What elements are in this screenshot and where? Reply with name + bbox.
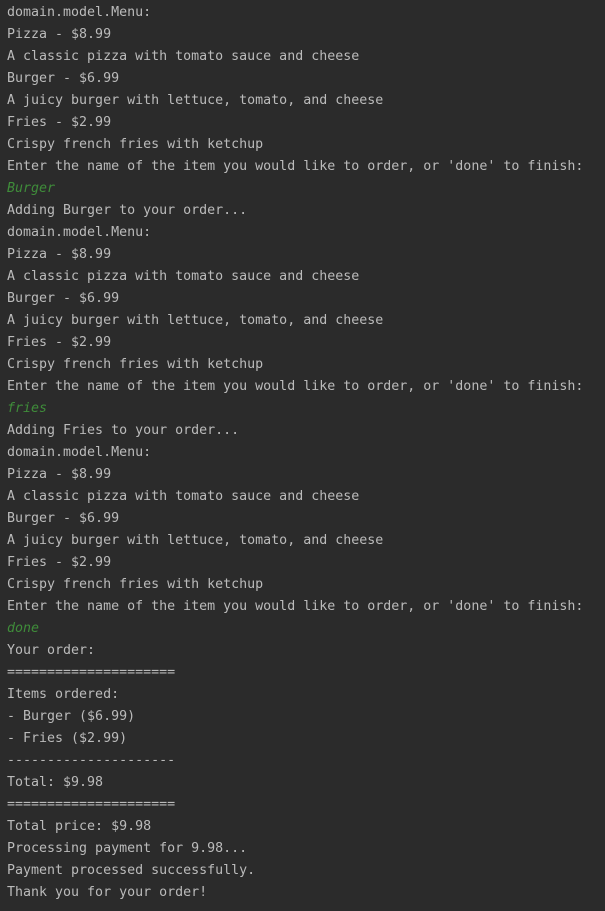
console-output-line: Burger - $6.99 [7,71,120,86]
console-output-line: Crispy french fries with ketchup [7,577,264,592]
console-user-input-line: fries [7,401,48,416]
console-output-line: Enter the name of the item you would lik… [7,379,584,394]
console-output-line: Burger - $6.99 [7,291,120,306]
console-output-line: Fries - $2.99 [7,555,112,570]
console-output-line: Enter the name of the item you would lik… [7,159,584,174]
console-output-line: Total price: $9.98 [7,819,152,834]
console-output-line: ===================== [7,797,176,812]
console-output-line: Processing payment for 9.98... [7,841,248,856]
console-output-line: Pizza - $8.99 [7,467,112,482]
console-output-line: Items ordered: [7,687,120,702]
console-output-line: - Burger ($6.99) [7,709,136,724]
console-output-line: Crispy french fries with ketchup [7,137,264,152]
console-output-line: Adding Burger to your order... [7,203,248,218]
console-output-line: - Fries ($2.99) [7,731,128,746]
console-user-input-line: done [7,621,40,636]
console-output-line: A juicy burger with lettuce, tomato, and… [7,313,384,328]
console-output-line: A classic pizza with tomato sauce and ch… [7,269,360,284]
console-output-line: Payment processed successfully. [7,863,256,878]
console-output-line: ===================== [7,665,176,680]
console-output-line: Enter the name of the item you would lik… [7,599,584,614]
console-output-line: A juicy burger with lettuce, tomato, and… [7,93,384,108]
console-output-line: Thank you for your order! [7,885,208,900]
console-output-line: A classic pizza with tomato sauce and ch… [7,489,360,504]
console-output-line: Your order: [7,643,96,658]
console-output-line: Fries - $2.99 [7,115,112,130]
console-output-panel[interactable]: domain.model.Menu: Pizza - $8.99 A classic… [0,0,605,911]
console-output-line: domain.model.Menu: [7,225,152,240]
console-output-line: Crispy french fries with ketchup [7,357,264,372]
console-output-line: Pizza - $8.99 [7,27,112,42]
console-user-input-line: Burger [7,181,56,196]
console-output-line: domain.model.Menu: [7,445,152,460]
console-output-line: Pizza - $8.99 [7,247,112,262]
console-output-line: Burger - $6.99 [7,511,120,526]
console-output-line: A juicy burger with lettuce, tomato, and… [7,533,384,548]
console-output-line: domain.model.Menu: [7,5,152,20]
console-output-line: Total: $9.98 [7,775,104,790]
console-output-line: Adding Fries to your order... [7,423,240,438]
console-output-line: A classic pizza with tomato sauce and ch… [7,49,360,64]
console-output-line: Fries - $2.99 [7,335,112,350]
console-output-line: --------------------- [7,753,176,768]
